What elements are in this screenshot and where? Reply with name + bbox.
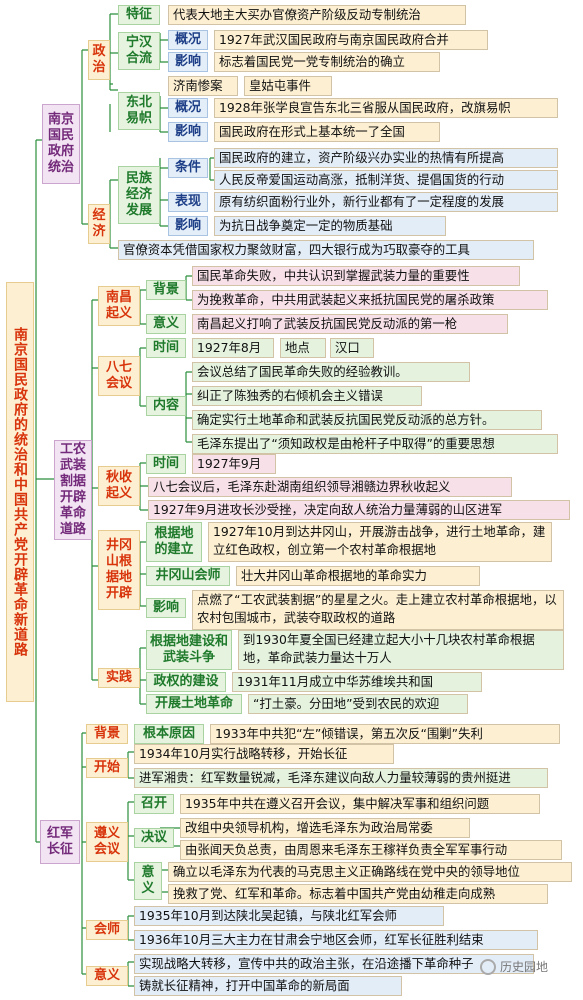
kaishi-text-2: 进军湘贵：红军数量锐减，毛泽东建议向敌人力量较薄弱的贵州挺进 (134, 768, 548, 788)
qiushou-label: 秋收起义 (98, 466, 140, 506)
shijian2-label: 实践 (98, 668, 140, 688)
qiushou-shijian-label: 时间 (146, 454, 186, 474)
zunyi-yiyi-label: 意义 (134, 862, 162, 900)
wuzhuang-label: 根据地建设和武装斗争 (146, 630, 232, 670)
jueyi-text-2: 由张闻天负总责，由周恩来毛泽东王稼祥负责全军军事行动 (180, 840, 562, 860)
nanchang-beijing-label: 背景 (146, 280, 186, 300)
cz-yiyi-text-1: 实现战略大转移，宣传中共的政治主张，在沿途播下革命种子 (134, 954, 534, 974)
kaishi-text-1: 1934年10月实行战略转移，开始长征 (134, 744, 394, 764)
baqi-neirong-2: 纠正了陈独秀的右倾机会主义错误 (192, 386, 422, 406)
baqi-neirong-label: 内容 (146, 396, 186, 416)
ninghan-gaikuang-label: 概况 (168, 30, 208, 50)
tudi-text: “打土豪。分田地”受到农民的欢迎 (248, 694, 468, 714)
zunyi-yiyi-text-2: 挽救了党、红军和革命。标志着中国共产党由幼稚走向成熟 (168, 884, 548, 904)
zhengquan-label: 政权的建设 (146, 672, 226, 692)
minzu-label: 民族经济发展 (118, 166, 160, 224)
nanjing-politics-label: 政治 (88, 40, 110, 80)
baqi-neirong-1: 会议总结了国民革命失败的经验教训。 (192, 362, 470, 382)
genben-text: 1933年中共犯“左”倾错误，第五次反“围剿”失利 (210, 724, 560, 744)
root-title-box: 南京国民政府的统治和中国共产党开辟革命新道路 (6, 282, 34, 702)
minzu-yingxiang-text: 为抗日战争奠定一定的物质基础 (214, 216, 446, 236)
dongbei-yingxiang-text: 国民政府在形式上基本统一了全国 (214, 122, 440, 142)
baqi-neirong-3: 确定实行土地革命和武装反抗国民党反动派的总方针。 (192, 410, 542, 430)
qiushou-text-1: 八七会议后，毛泽东赴湖南组织领导湘赣边界秋收起义 (148, 477, 512, 497)
ninghan-label: 宁汉合流 (118, 32, 160, 70)
jg-yingxiang-text: 点燃了“工农武装割据”的星星之火。走上建立农村革命根据地，以农村包围城市，武装夺… (192, 590, 564, 630)
watermark: 历史园地 (480, 958, 548, 975)
watermark-text: 历史园地 (500, 960, 549, 974)
dongbei-gaikuang-text: 1928年张学良宣告东北三省服从国民政府，改旗易帜 (214, 98, 558, 118)
baqi-didian-text: 汉口 (330, 338, 374, 358)
baqi-didian-label: 地点 (280, 338, 326, 358)
zhaokai-label: 召开 (134, 794, 174, 814)
nanchang-yiyi-label: 意义 (146, 314, 186, 334)
watermark-icon (480, 958, 496, 975)
kaishi-label: 开始 (86, 758, 128, 778)
ninghan-gaikuang-text: 1927年武汉国民政府与南京国民政府合并 (214, 30, 488, 50)
genjudi-label: 根据地的建立 (146, 522, 202, 562)
cz-yiyi-text-2: 铸就长征精神，打开中国革命的新局面 (134, 976, 402, 996)
genjudi-text: 1927年10月到达井冈山，开展游击战争，进行土地革命，建立红色政权，创立第一个… (208, 522, 552, 562)
qiushou-shijian-text: 1927年9月 (192, 454, 276, 474)
genben-label: 根本原因 (134, 724, 204, 744)
cz-huishi-text-2: 1936年10月三大主力在甘肃会宁地区会师，红军长征胜利结束 (134, 930, 538, 950)
tudi-label: 开展土地革命 (146, 694, 242, 714)
baqi-shijian-label: 时间 (146, 338, 186, 358)
zhaokai-text: 1935年中共在遵义召开会议，集中解决军事和组织问题 (180, 794, 540, 814)
jinggang-label: 井冈山根据地开辟 (98, 530, 140, 610)
cz-beijing-label: 背景 (86, 724, 128, 744)
huishi-text: 壮大井冈山革命根据地的革命实力 (236, 566, 480, 586)
section-changzheng-title: 红军长征 (40, 820, 80, 864)
cz-huishi-label: 会师 (86, 920, 128, 940)
jinan-label: 济南惨案 (168, 76, 238, 96)
tezheng-label: 特征 (118, 5, 160, 25)
nanchang-beijing-1: 国民革命失败，中共认识到掌握武装力量的重要性 (192, 266, 520, 286)
section-nanjing-title: 南京国民政府统治 (42, 104, 80, 184)
nanjing-economy-label: 经济 (88, 204, 110, 244)
tezheng-text: 代表大地主大买办官僚资产阶级反动专制统治 (168, 5, 466, 25)
wuzhuang-text: 到1930年夏全国已经建立起大小十几块农村革命根据地，革命武装力量达十万人 (238, 630, 564, 670)
baqi-label: 八七会议 (98, 356, 140, 396)
zunyi-label: 遵义会议 (86, 822, 128, 862)
cz-huishi-text-1: 1935年10月到达陕北吴起镇，与陕北红军会师 (134, 906, 444, 926)
jg-yingxiang-label: 影响 (146, 598, 186, 618)
dongbei-label: 东北易帜 (118, 92, 160, 130)
biaoxian-text: 原有纺织面粉行业外，新行业都有了一定程度的发展 (214, 192, 558, 212)
baqi-shijian-text: 1927年8月 (192, 338, 274, 358)
qiushou-text-2: 1927年9月进攻长沙受挫，决定向敌人统治力量薄弱的山区进军 (148, 500, 570, 520)
tiaojian-label: 条件 (168, 158, 208, 178)
zunyi-yiyi-text-1: 确立以毛泽东为代表的马克思主义正确路线在党中央的领导地位 (168, 862, 572, 882)
nanchang-beijing-2: 为挽救革命，中共用武装起义来抵抗国民党的屠杀政策 (192, 290, 548, 310)
tiaojian-text-2: 人民反帝爱国运动高涨，抵制洋货、提倡国货的行动 (214, 170, 558, 190)
nanchang-yiyi-text: 南昌起义打响了武装反抗国民党反动派的第一枪 (192, 314, 508, 334)
jueyi-text-1: 改组中央领导机构，增选毛泽东为政治局常委 (180, 818, 470, 838)
section-gongnong-title: 工农武装割据开辟革命道路 (54, 440, 92, 540)
dongbei-yingxiang-label: 影响 (168, 122, 208, 142)
minzu-yingxiang-label: 影响 (168, 216, 208, 236)
tiaojian-text-1: 国民政府的建立，资产阶级兴办实业的热情有所提高 (214, 148, 558, 168)
biaoxian-label: 表现 (168, 192, 208, 212)
ninghan-yingxiang-label: 影响 (168, 52, 208, 72)
guanliao-text: 官僚资本凭借国家权力聚敛财富，四大银行成为巧取豪夺的工具 (118, 240, 534, 260)
jinan-desc: 皇姑屯事件 (244, 76, 332, 96)
cz-yiyi-label: 意义 (86, 966, 128, 986)
ninghan-yingxiang-text: 标志着国民党一党专制统治的确立 (214, 52, 440, 72)
jueyi-label: 决议 (134, 828, 174, 848)
zhengquan-text: 1931年11月成立中华苏维埃共和国 (232, 672, 482, 692)
dongbei-gaikuang-label: 概况 (168, 98, 208, 118)
huishi-label: 井冈山会师 (146, 566, 230, 586)
root-title-text: 南京国民政府的统治和中国共产党开辟革命新道路 (12, 327, 28, 657)
nanchang-label: 南昌起义 (98, 286, 140, 326)
baqi-neirong-4: 毛泽东提出了“须知政权是由枪杆子中取得”的重要思想 (192, 434, 558, 454)
